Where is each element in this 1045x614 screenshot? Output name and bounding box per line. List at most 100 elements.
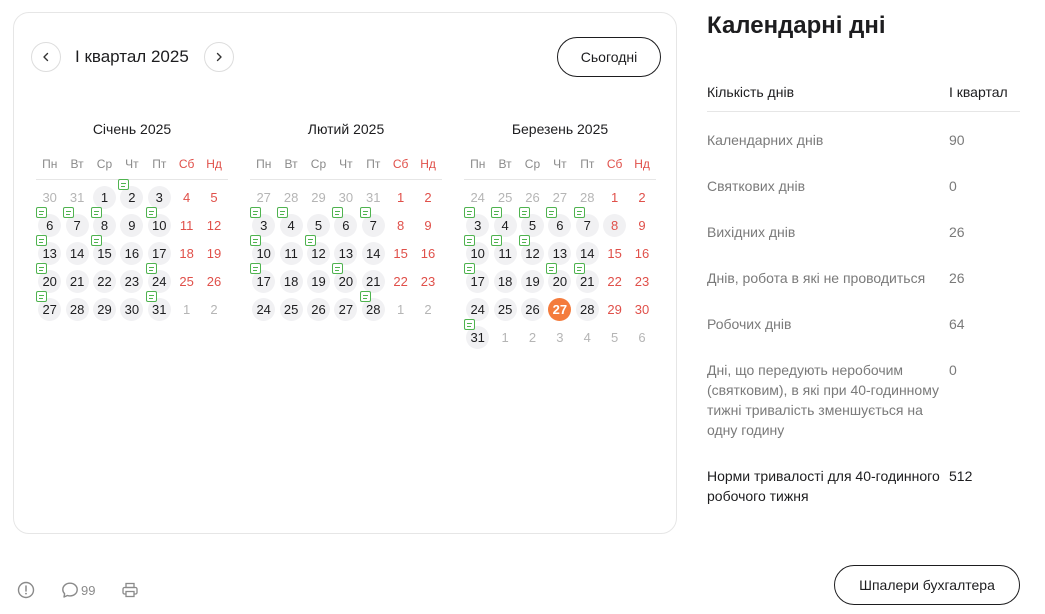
note-icon[interactable] [145, 291, 157, 302]
calendar-day[interactable]: 17 [250, 263, 277, 295]
calendar-day[interactable]: 20 [332, 263, 359, 295]
comment-icon[interactable] [61, 581, 79, 599]
calendar-day[interactable]: 1 [387, 183, 414, 211]
note-icon[interactable] [464, 235, 475, 246]
calendar-day[interactable]: 6 [628, 323, 655, 351]
calendar-day[interactable]: 23 [628, 267, 655, 295]
note-icon[interactable] [36, 235, 47, 246]
calendar-day[interactable]: 30 [118, 295, 145, 323]
note-icon[interactable] [332, 207, 344, 218]
calendar-day[interactable]: 22 [387, 267, 414, 295]
calendar-day[interactable]: 19 [519, 267, 546, 295]
note-icon[interactable] [277, 207, 289, 218]
calendar-day[interactable]: 2 [414, 295, 441, 323]
calendar-day[interactable]: 12 [518, 235, 546, 267]
calendar-day[interactable]: 16 [118, 239, 145, 267]
calendar-day[interactable]: 22 [91, 267, 118, 295]
calendar-day[interactable]: 8 [387, 211, 414, 239]
calendar-day[interactable]: 27 [36, 291, 63, 323]
calendar-day[interactable]: 25 [277, 295, 304, 323]
prev-period-button[interactable] [31, 42, 61, 72]
calendar-day[interactable]: 2 [414, 183, 441, 211]
print-icon[interactable] [121, 581, 139, 599]
note-icon[interactable] [359, 207, 371, 218]
calendar-day[interactable]: 15 [601, 239, 628, 267]
calendar-day[interactable]: 18 [491, 267, 518, 295]
calendar-day[interactable]: 6 [546, 207, 573, 239]
calendar-day[interactable]: 2 [628, 183, 655, 211]
calendar-day[interactable]: 22 [601, 267, 628, 295]
calendar-day[interactable]: 14 [63, 239, 90, 267]
calendar-day[interactable]: 9 [118, 211, 145, 239]
note-icon[interactable] [250, 263, 261, 274]
calendar-day[interactable]: 18 [277, 267, 304, 295]
comments-count[interactable]: 99 [81, 583, 95, 598]
calendar-day[interactable]: 25 [491, 295, 518, 323]
note-icon[interactable] [518, 235, 530, 246]
calendar-day[interactable]: 24 [250, 295, 277, 323]
note-icon[interactable] [491, 235, 503, 246]
calendar-day[interactable]: 29 [305, 183, 332, 211]
calendar-day[interactable]: 11 [491, 235, 518, 267]
calendar-day[interactable]: 5 [200, 183, 227, 211]
calendar-day[interactable]: 7 [573, 207, 601, 239]
calendar-day[interactable]: 28 [574, 295, 601, 323]
calendar-day[interactable]: 17 [464, 263, 491, 295]
note-icon[interactable] [145, 263, 157, 274]
calendar-day[interactable]: 18 [173, 239, 200, 267]
note-icon[interactable] [332, 263, 344, 274]
today-button[interactable]: Сьогодні [557, 37, 661, 77]
note-icon[interactable] [464, 263, 475, 274]
calendar-day[interactable]: 5 [601, 323, 628, 351]
calendar-day[interactable]: 11 [173, 211, 200, 239]
calendar-day[interactable]: 12 [200, 211, 227, 239]
note-icon[interactable] [464, 319, 475, 330]
calendar-day[interactable]: 25 [173, 267, 200, 295]
calendar-day-today[interactable]: 27 [546, 295, 573, 323]
calendar-day[interactable]: 26 [200, 267, 227, 295]
note-icon[interactable] [546, 263, 558, 274]
next-period-button[interactable] [204, 42, 234, 72]
note-icon[interactable] [464, 207, 475, 218]
calendar-day[interactable]: 23 [118, 267, 145, 295]
calendar-day[interactable]: 1 [387, 295, 414, 323]
note-icon[interactable] [250, 235, 261, 246]
calendar-day[interactable]: 10 [145, 207, 173, 239]
calendar-day[interactable]: 16 [628, 239, 655, 267]
calendar-day[interactable]: 20 [546, 263, 573, 295]
calendar-day[interactable]: 7 [63, 207, 90, 239]
note-icon[interactable] [63, 207, 75, 218]
calendar-day[interactable]: 31 [145, 291, 173, 323]
calendar-day[interactable]: 14 [360, 239, 387, 267]
calendar-day[interactable]: 21 [573, 263, 601, 295]
calendar-day[interactable]: 21 [63, 267, 90, 295]
calendar-day[interactable]: 9 [628, 211, 655, 239]
calendar-day[interactable]: 8 [601, 211, 628, 239]
note-icon[interactable] [118, 179, 130, 190]
calendar-day[interactable]: 31 [464, 319, 491, 351]
calendar-day[interactable]: 1 [173, 295, 200, 323]
calendar-day[interactable]: 28 [359, 291, 387, 323]
note-icon[interactable] [36, 263, 47, 274]
calendar-day[interactable]: 15 [90, 235, 118, 267]
calendar-day[interactable]: 19 [200, 239, 227, 267]
note-icon[interactable] [546, 207, 558, 218]
calendar-day[interactable]: 2 [200, 295, 227, 323]
note-icon[interactable] [36, 291, 47, 302]
note-icon[interactable] [491, 207, 503, 218]
calendar-day[interactable]: 27 [332, 295, 359, 323]
info-icon[interactable] [17, 581, 35, 599]
calendar-day[interactable]: 29 [91, 295, 118, 323]
calendar-day[interactable]: 19 [305, 267, 332, 295]
calendar-day[interactable]: 15 [387, 239, 414, 267]
calendar-day[interactable]: 6 [332, 207, 359, 239]
wallpaper-button[interactable]: Шпалери бухгалтера [834, 565, 1020, 605]
calendar-day[interactable]: 9 [414, 211, 441, 239]
note-icon[interactable] [36, 207, 47, 218]
calendar-day[interactable]: 26 [305, 295, 332, 323]
calendar-day[interactable]: 30 [628, 295, 655, 323]
calendar-day[interactable]: 4 [277, 207, 304, 239]
calendar-day[interactable]: 2 [519, 323, 546, 351]
calendar-day[interactable]: 3 [546, 323, 573, 351]
calendar-day[interactable]: 4 [574, 323, 601, 351]
